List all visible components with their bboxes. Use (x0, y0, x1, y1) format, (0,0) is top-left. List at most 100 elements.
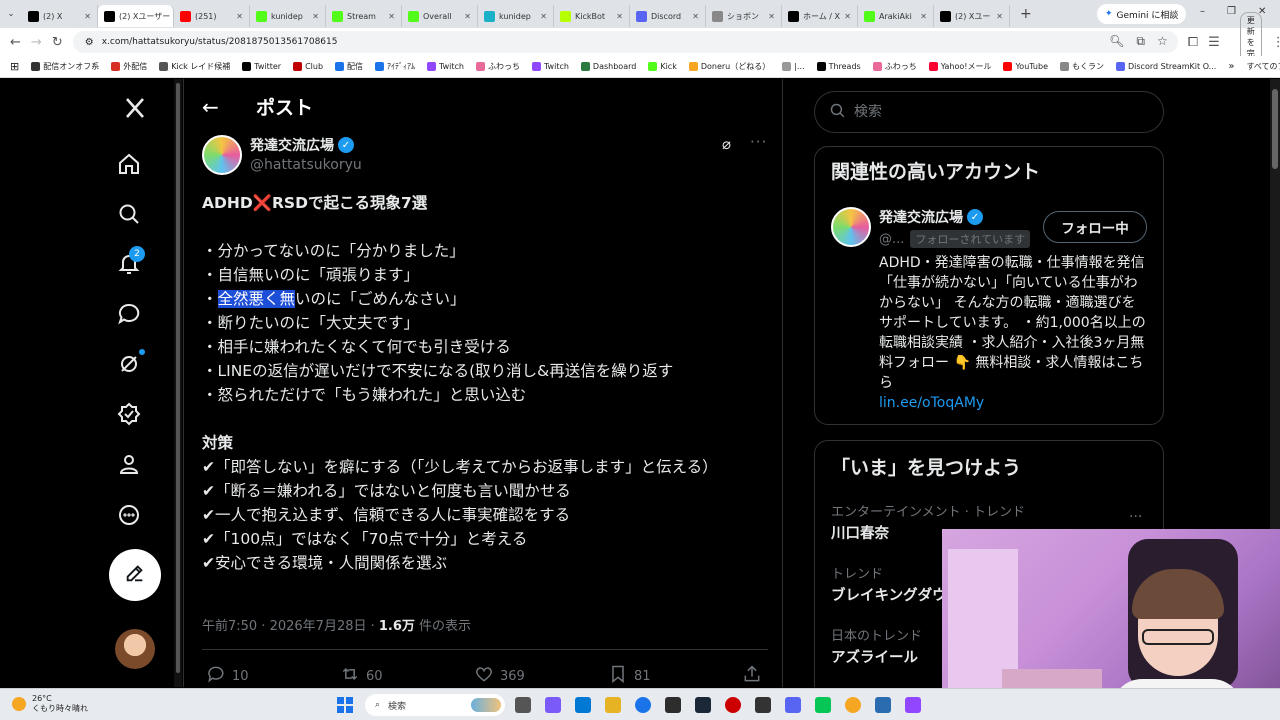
bookmark-item[interactable]: Club (293, 61, 323, 72)
author-name[interactable]: 発達交流広場 ✓ (250, 135, 354, 155)
nav-scrollbar[interactable] (174, 79, 182, 687)
browser-tab[interactable]: (2) X ✕ (22, 5, 98, 27)
obs-icon[interactable] (725, 697, 741, 713)
author-handle[interactable]: @hattatsukoryu (250, 157, 362, 173)
browser-menu-icon[interactable]: ⋮ (1272, 35, 1280, 50)
x-logo-icon[interactable] (120, 93, 150, 123)
bookmark-item[interactable]: ふわっち (872, 61, 917, 72)
gemini-button[interactable]: ✦ Gemini に相談 (1097, 4, 1187, 24)
bookmark-item[interactable]: YouTube (1003, 61, 1048, 72)
profile-icon[interactable] (114, 449, 144, 479)
bookmark-item[interactable]: ふわっち (475, 61, 520, 72)
search-box[interactable] (814, 91, 1164, 133)
trend-item[interactable]: トレンド ブレイキングダウ (831, 563, 947, 605)
account-avatar[interactable] (115, 629, 155, 669)
bookmark-item[interactable]: Discord StreamKit O... (1116, 61, 1216, 72)
close-tab-icon[interactable]: ✕ (540, 12, 547, 21)
bookmark-item[interactable]: もくラン (1060, 61, 1104, 72)
browser-tab[interactable]: (2) Xユーザー✕ (98, 5, 174, 27)
more-options-icon[interactable]: ··· (750, 133, 767, 151)
browser-tab[interactable]: ArakiAki ✕ (858, 5, 934, 27)
windows-start-icon[interactable] (337, 697, 353, 713)
minimize-icon[interactable]: – (1200, 6, 1205, 17)
tab-list-icon[interactable]: ⌄ (0, 9, 22, 19)
bookmark-item[interactable]: Yahoo!メール (928, 61, 991, 72)
browser-tab[interactable]: Stream ✕ (326, 5, 402, 27)
related-account-avatar[interactable] (831, 207, 871, 247)
bookmark-item[interactable]: Twitch (531, 61, 569, 72)
taskbar-search[interactable]: ⌕ 検索 (365, 694, 505, 716)
close-tab-icon[interactable]: ✕ (464, 12, 471, 21)
close-tab-icon[interactable]: ✕ (388, 12, 395, 21)
related-account-handle[interactable]: @... (879, 232, 904, 247)
share-button[interactable] (742, 664, 762, 687)
bookmark-item[interactable]: |... (782, 61, 805, 72)
related-account-name[interactable]: 発達交流広場 ✓ (879, 207, 983, 227)
close-tab-icon[interactable]: ✕ (236, 12, 243, 21)
url-bar[interactable]: ⚙ x.com/hattatsukoryu/status/20818750135… (72, 31, 1178, 53)
bookmark-item[interactable]: Doneru（どねる） (688, 61, 770, 72)
browser-tab[interactable]: (2) Xユー ✕ (934, 5, 1010, 27)
close-tab-icon[interactable]: ✕ (616, 12, 623, 21)
browser-tab[interactable]: Discord ✕ (630, 5, 706, 27)
new-tab-button[interactable]: + (1010, 6, 1042, 22)
close-tab-icon[interactable]: ✕ (844, 12, 851, 21)
compose-post-button[interactable] (109, 549, 161, 601)
close-tab-icon[interactable]: ✕ (692, 12, 699, 21)
bookmark-item[interactable]: Dashboard (580, 61, 636, 72)
cast-icon[interactable]: ⧉ (1136, 34, 1145, 49)
steam-icon[interactable] (695, 697, 711, 713)
author-avatar[interactable] (202, 135, 242, 175)
post-time[interactable]: 午前7:50 · 2026年7月28日 · (202, 619, 379, 634)
browser-tab[interactable]: (251) ✕ (174, 5, 250, 27)
reply-button[interactable]: 10 (206, 664, 249, 687)
following-button[interactable]: フォロー中 (1043, 211, 1147, 243)
bookmark-item[interactable]: ｱｲﾃﾞｨｱﾑ (375, 61, 415, 72)
browser-tab[interactable]: kunidep ✕ (250, 5, 326, 27)
bookmark-item[interactable]: 配信 (335, 61, 363, 72)
bookmark-item[interactable]: 外配信 (111, 61, 147, 72)
forward-icon[interactable]: → (31, 35, 42, 50)
close-tab-icon[interactable]: ✕ (996, 12, 1003, 21)
line-icon[interactable] (815, 697, 831, 713)
close-tab-icon[interactable]: ✕ (312, 12, 319, 21)
bookmark-star-icon[interactable]: ☆ (1157, 34, 1168, 49)
trend-more-icon[interactable]: ··· (1129, 509, 1142, 525)
reload-icon[interactable]: ↻ (52, 35, 63, 50)
bookmark-item[interactable]: Kick (648, 61, 677, 72)
app-icon[interactable] (575, 697, 591, 713)
close-tab-icon[interactable]: ✕ (920, 12, 927, 21)
messages-icon[interactable] (114, 299, 144, 329)
trend-item[interactable]: 日本のトレンド アズライール (831, 625, 922, 667)
bookmarks-overflow-icon[interactable]: » (1228, 61, 1234, 72)
browser-tab[interactable]: KickBot ✕ (554, 5, 630, 27)
back-icon[interactable]: ← (10, 35, 21, 50)
app-icon[interactable] (905, 697, 921, 713)
bio-link[interactable]: lin.ee/oToqAMy (879, 395, 984, 411)
bookmark-item[interactable]: Kick レイド候補 (159, 61, 230, 72)
browser-tab[interactable]: ホーム / X ✕ (782, 5, 858, 27)
app-icon[interactable] (665, 697, 681, 713)
file-explorer-icon[interactable] (605, 697, 621, 713)
maximize-icon[interactable]: ❐ (1227, 6, 1236, 17)
like-button[interactable]: 369 (474, 664, 525, 687)
bookmark-button[interactable]: 81 (608, 664, 651, 687)
extensions-icon[interactable]: ⧠ (1188, 35, 1198, 50)
repost-button[interactable]: 60 (340, 664, 383, 687)
bookmark-item[interactable]: Threads (816, 61, 861, 72)
home-icon[interactable] (114, 149, 144, 179)
search-input[interactable] (854, 104, 1134, 120)
explore-search-icon[interactable] (114, 199, 144, 229)
app-icon[interactable] (875, 697, 891, 713)
zoom-icon[interactable]: 🔍︎ (1109, 34, 1124, 49)
verified-orgs-icon[interactable] (114, 399, 144, 429)
task-view-icon[interactable] (515, 697, 531, 713)
browser-tab[interactable]: ショボン ✕ (706, 5, 782, 27)
grok-explain-icon[interactable]: ⌀ (722, 135, 731, 153)
close-tab-icon[interactable]: ✕ (768, 12, 775, 21)
app-icon[interactable] (755, 697, 771, 713)
discord-icon[interactable] (785, 697, 801, 713)
apps-icon[interactable]: ⊞ (10, 60, 19, 73)
back-arrow-icon[interactable]: ← (202, 95, 219, 119)
site-info-icon[interactable]: ⚙ (85, 37, 94, 48)
